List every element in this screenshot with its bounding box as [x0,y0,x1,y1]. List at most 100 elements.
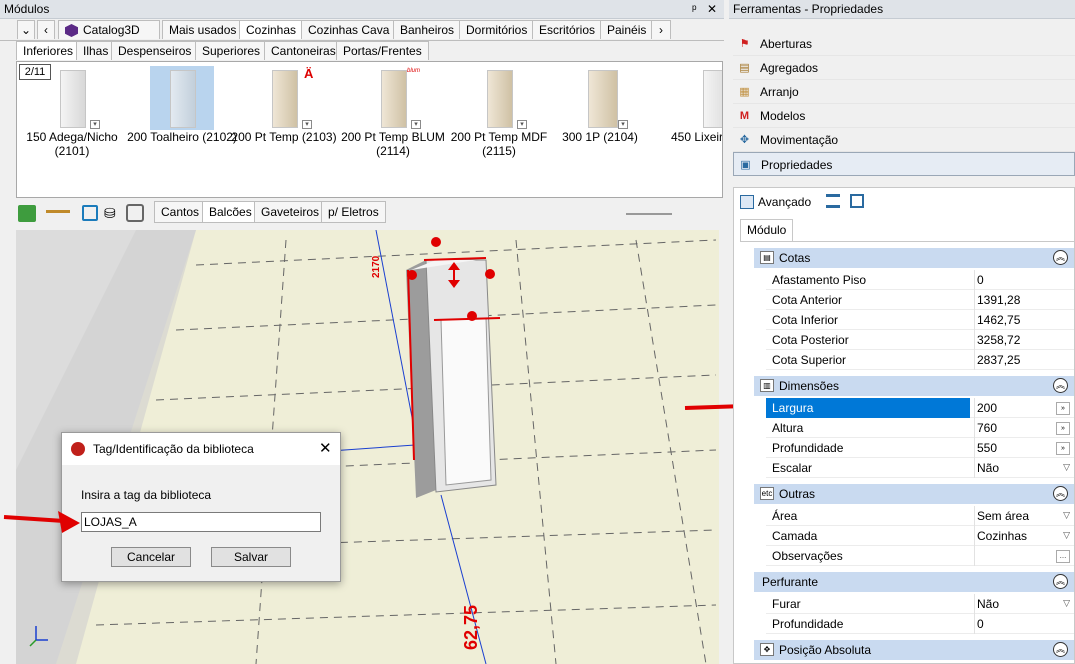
prop-row[interactable]: Cota Inferior 1462,75 [766,310,1074,330]
collapse-icon[interactable]: ︽ [1053,642,1068,657]
insert-icon[interactable] [82,205,98,221]
tool-agregados[interactable]: ▤ Agregados [733,56,1075,80]
binoculars-icon[interactable]: ⛁ [104,205,116,222]
splitter-grip[interactable] [626,213,672,215]
group-outras[interactable]: etc Outras ︽ [754,484,1074,504]
etc-icon: etc [760,487,774,500]
module-image: ▾ [568,66,632,130]
prop-row[interactable]: Cota Superior 2837,25 [766,350,1074,370]
dimension-label-top: 2170 [371,255,382,278]
collapse-icon[interactable]: ︽ [1053,574,1068,589]
dialog-titlebar: Tag/Identificação da biblioteca ✕ [62,433,340,465]
thumbnail-item-selected[interactable]: 200 Toalheiro (2102) [127,66,237,144]
save-button[interactable]: Salvar [211,547,291,567]
table-view-icon[interactable] [850,194,864,208]
view-tab-eletros[interactable]: p/ Eletros [321,201,386,223]
prop-row[interactable]: Profundidade 0 [766,614,1074,634]
module-image: ▾ Ä [252,66,316,130]
scroll-down-icon[interactable]: ⌄ [17,20,35,39]
subtab-superiores[interactable]: Superiores [195,41,268,60]
scroll-right-icon[interactable]: › [651,20,671,39]
tab-modulo[interactable]: Módulo [740,219,794,241]
tool-modelos[interactable]: M Modelos [733,104,1075,128]
more-button[interactable]: … [1056,550,1070,563]
thumbnail-item[interactable]: ▾ blum 200 Pt Temp BLUM (2114) [338,66,448,158]
module-image [657,66,722,130]
tab-cozinhas[interactable]: Cozinhas [239,20,304,39]
dimension-label-bottom: 62,75 [461,604,481,650]
tab-paineis[interactable]: Painéis [600,20,654,39]
prop-row[interactable]: Furar Não ▽ [766,594,1074,614]
subtab-portas-frentes[interactable]: Portas/Frentes [336,41,429,60]
position-icon: ✥ [760,643,774,656]
pin-icon[interactable]: ᵖ [692,0,697,19]
prop-row[interactable]: Cota Anterior 1391,28 [766,290,1074,310]
tab-cozinhas-cava[interactable]: Cozinhas Cava [301,20,397,39]
view-tab-cantos[interactable]: Cantos [154,201,207,223]
group-cotas[interactable]: ▤ Cotas ︽ [754,248,1074,268]
tab-escritorios[interactable]: Escritórios [532,20,603,39]
prop-row[interactable]: Afastamento Piso 0 [766,270,1074,290]
prop-row-largura[interactable]: Largura 200» [766,398,1074,418]
scroll-left-icon[interactable]: ‹ [37,20,55,39]
chevron-down-icon[interactable]: ▽ [1063,598,1070,609]
subtab-inferiores[interactable]: Inferiores [16,41,81,60]
flag-icon: ⚑ [739,38,750,50]
view-tab-gaveteiros[interactable]: Gaveteiros [254,201,327,223]
module-image: ▾ blum [361,66,425,130]
group-dimensoes[interactable]: ▥ Dimensões ︽ [754,376,1074,396]
panel-close-icon[interactable]: ✕ [707,0,717,19]
prop-row[interactable]: Área Sem área ▽ [766,506,1074,526]
subtab-despenseiros[interactable]: Despenseiros [111,41,199,60]
collapse-icon[interactable]: ︽ [1053,250,1068,265]
lock-icon[interactable] [126,204,144,222]
prop-row[interactable]: Observações… [766,546,1074,566]
dialog-close-icon[interactable]: ✕ [319,439,332,457]
brand-logo-icon: Ä [304,66,314,81]
thumbnail-item[interactable]: ▾ 200 Pt Temp MDF (2115) [444,66,554,158]
cotas-icon: ▤ [760,251,774,264]
tab-catalog3d[interactable]: Catalog3D [58,20,160,39]
prop-row[interactable]: Escalar Não ▽ [766,458,1074,478]
tab-banheiros[interactable]: Banheiros [393,20,462,39]
thumbnail-item[interactable]: 450 Lixeira [657,66,722,144]
thumbnail-item[interactable]: ▾ 300 1P (2104) [545,66,655,144]
prop-row[interactable]: Cota Posterior 3258,72 [766,330,1074,350]
prop-row[interactable]: Altura 760» [766,418,1074,438]
chevron-down-icon[interactable]: ▽ [1063,510,1070,521]
thumbnail-item[interactable]: ▾ Ä 200 Pt Temp (2103) [229,66,339,144]
tool-movimentacao[interactable]: ✥ Movimentação [733,128,1075,152]
expand-button[interactable]: » [1056,442,1070,455]
expand-button[interactable]: » [1056,402,1070,415]
app-logo-icon [71,442,85,456]
move-up-icon[interactable] [18,205,36,222]
thumbnail-item[interactable]: ▾ 150 Adega/Nicho (2101) [17,66,127,158]
tab-mais-usados[interactable]: Mais usados [162,20,244,39]
chevron-down-icon: ▾ [302,120,312,129]
blum-logo-icon: blum [407,68,421,74]
tool-aberturas[interactable]: ⚑ Aberturas [733,32,1075,56]
prop-row[interactable]: Camada Cozinhas ▽ [766,526,1074,546]
prop-row[interactable]: Profundidade 550» [766,438,1074,458]
expand-button[interactable]: » [1056,422,1070,435]
collapse-icon[interactable]: ︽ [1053,378,1068,393]
collapse-icon[interactable]: ︽ [1053,486,1068,501]
list-view-icon[interactable] [826,194,840,208]
catalog-cube-icon [65,24,78,37]
cancel-button[interactable]: Cancelar [111,547,191,567]
chevron-down-icon[interactable]: ▽ [1063,462,1070,473]
subtab-ilhas[interactable]: Ilhas [76,41,116,60]
group-perfurante[interactable]: Perfurante ︽ [754,572,1074,592]
subtab-cantoneiras[interactable]: Cantoneiras [264,41,343,60]
module-thumbnail-grid: 2/11 ▾ 150 Adega/Nicho (2101) 200 Toalhe… [16,61,723,198]
advanced-button[interactable]: Avançado [740,192,811,212]
tool-propriedades[interactable]: ▣ Propriedades [733,152,1075,176]
tool-arranjo[interactable]: ▦ Arranjo [733,80,1075,104]
view-tab-balcoes[interactable]: Balcões [202,201,259,223]
dialog-title: Tag/Identificação da biblioteca [93,442,254,456]
line-tool-icon[interactable] [46,210,70,216]
chevron-down-icon[interactable]: ▽ [1063,530,1070,541]
group-posicao-absoluta[interactable]: ✥ Posição Absoluta ︽ [754,640,1074,660]
tag-input[interactable]: LOJAS_A [81,512,321,532]
tab-dormitorios[interactable]: Dormitórios [459,20,535,39]
